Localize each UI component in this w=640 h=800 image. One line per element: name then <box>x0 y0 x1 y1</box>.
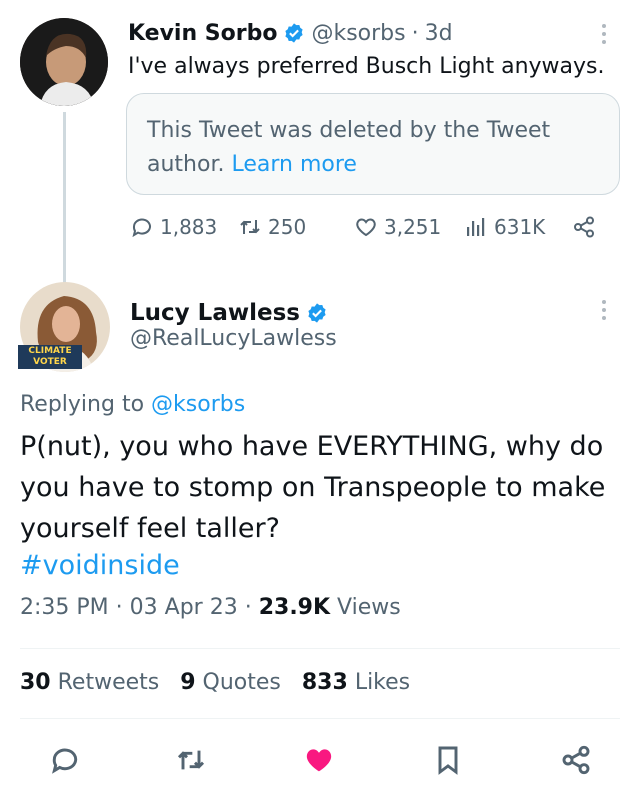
more-options-icon[interactable] <box>601 300 607 320</box>
replying-to-line: Replying to @ksorbs <box>20 392 245 417</box>
views-number: 23.9K <box>258 595 331 620</box>
tweet2-meta: 2:35 PM · 03 Apr 23 · 23.9K Views <box>20 595 401 620</box>
like-button[interactable]: 3,251 <box>354 215 441 239</box>
likes-label: Likes <box>354 670 411 695</box>
views-icon <box>467 218 485 236</box>
like-icon <box>356 218 376 237</box>
tweet1-header: Kevin Sorbo @ksorbs · 3d <box>128 18 453 48</box>
hashtag-link[interactable]: #voidinside <box>20 545 180 586</box>
quoted-tweet-card[interactable]: This Tweet was deleted by the Tweet auth… <box>126 93 620 195</box>
verified-badge-icon <box>285 23 304 43</box>
quotes-label: Quotes <box>202 670 281 695</box>
author-handle[interactable]: @ksorbs <box>311 21 405 46</box>
retweet-icon <box>240 220 260 234</box>
bookmark-icon[interactable] <box>432 744 464 776</box>
verified-badge-icon <box>308 303 326 323</box>
reply-icon <box>132 218 151 238</box>
views-button[interactable]: 631K <box>464 215 545 239</box>
tweet1-action-bar: 1,883 250 3,251 631K <box>130 215 610 245</box>
retweet-button[interactable]: 250 <box>238 215 306 239</box>
divider <box>20 648 620 649</box>
views-label: Views <box>337 595 401 620</box>
tweet2-text: P(nut), you who have EVERYTHING, why do … <box>20 431 606 544</box>
author-handle[interactable]: @RealLucyLawless <box>130 326 337 351</box>
reply-button[interactable]: 1,883 <box>130 215 217 239</box>
more-options-icon[interactable] <box>601 24 607 44</box>
tweet2-name-row: Lucy Lawless <box>130 298 328 328</box>
author-name[interactable]: Lucy Lawless <box>130 300 300 326</box>
avatar-kevin-sorbo[interactable] <box>20 18 108 106</box>
tweet-time[interactable]: 3d <box>425 21 453 46</box>
quotes-number: 9 <box>180 670 196 695</box>
retweet-count: 250 <box>268 215 307 239</box>
replying-to-handle[interactable]: @ksorbs <box>151 392 245 417</box>
tweet1-text: I've always preferred Busch Light anyway… <box>128 54 605 79</box>
engagement-counts: 30 Retweets 9 Quotes 833 Likes <box>20 670 410 695</box>
divider <box>20 718 620 719</box>
retweets-label: Retweets <box>57 670 160 695</box>
replying-to-label: Replying to <box>20 392 145 417</box>
retweets-count[interactable]: 30 Retweets <box>20 670 159 695</box>
separator-dot: · <box>411 20 419 46</box>
likes-count[interactable]: 833 Likes <box>302 670 410 695</box>
share-icon <box>574 216 594 238</box>
share-icon[interactable] <box>560 744 592 776</box>
views-count: 631K <box>494 215 546 239</box>
learn-more-link[interactable]: Learn more <box>231 152 356 177</box>
like-icon-active[interactable] <box>303 744 335 776</box>
share-button[interactable] <box>572 215 596 239</box>
separator-dot: · <box>115 595 123 620</box>
reply-icon[interactable] <box>49 744 81 776</box>
reply-count: 1,883 <box>160 215 218 239</box>
tweet-date[interactable]: 03 Apr 23 <box>130 595 238 620</box>
quotes-count[interactable]: 9 Quotes <box>180 670 281 695</box>
like-count: 3,251 <box>384 215 442 239</box>
climate-voter-badge: CLIMATE VOTER <box>18 345 82 369</box>
likes-number: 833 <box>301 670 348 695</box>
separator-dot: · <box>244 595 252 620</box>
tweet2-action-bar <box>0 742 640 782</box>
retweets-number: 30 <box>20 670 51 695</box>
tweet-time[interactable]: 2:35 PM <box>20 595 109 620</box>
retweet-icon[interactable] <box>175 744 207 776</box>
thread-line <box>63 112 66 284</box>
author-name[interactable]: Kevin Sorbo <box>128 21 277 46</box>
